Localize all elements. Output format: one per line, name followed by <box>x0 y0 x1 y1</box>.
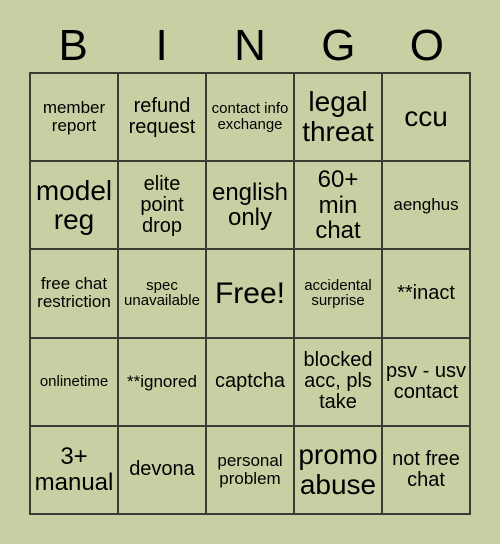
bingo-cell-label: blocked acc, pls take <box>303 348 373 414</box>
bingo-cell[interactable]: devona <box>119 426 207 515</box>
bingo-cell[interactable]: member report <box>31 74 119 163</box>
bingo-cell-label: devona <box>129 458 195 481</box>
bingo-cell[interactable]: 3+ manual <box>31 426 119 515</box>
bingo-cell[interactable]: elite point drop <box>119 162 207 251</box>
bingo-cell[interactable]: **inact <box>383 250 471 339</box>
bingo-cell[interactable]: promo abuse <box>295 426 383 515</box>
bingo-header-letter-n: N <box>234 21 266 70</box>
bingo-cell[interactable]: ccu <box>383 74 471 163</box>
bingo-cell-label: aenghus <box>393 195 459 215</box>
bingo-cell-label: psv - usv contact <box>385 359 467 403</box>
bingo-cell[interactable]: psv - usv contact <box>383 338 471 427</box>
bingo-cell[interactable]: not free chat <box>383 426 471 515</box>
bingo-cell-label: spec unavailable <box>124 276 200 310</box>
bingo-cell[interactable]: blocked acc, pls take <box>295 338 383 427</box>
bingo-cell[interactable]: contact info exchange <box>207 74 295 163</box>
bingo-cell-label: captcha <box>214 370 286 393</box>
bingo-cell-label: model reg <box>35 174 113 236</box>
bingo-cell-label: ccu <box>404 101 448 133</box>
bingo-cell[interactable]: personal problem <box>207 426 295 515</box>
bingo-cell-label: **ignored <box>127 371 197 391</box>
bingo-cell-label: not free chat <box>392 447 460 491</box>
bingo-card: B I N G O member report refund request c… <box>0 0 500 544</box>
bingo-header: B I N G O <box>29 20 471 72</box>
bingo-cell[interactable]: legal threat <box>295 74 383 163</box>
bingo-cell-label: accidental surprise <box>304 276 372 310</box>
bingo-cell-label: refund request <box>128 94 196 139</box>
bingo-cell-label: personal problem <box>217 450 283 488</box>
bingo-cell[interactable]: model reg <box>31 162 119 251</box>
bingo-header-letter-b: B <box>58 21 88 70</box>
bingo-cell-label: **inact <box>397 281 455 304</box>
bingo-cell[interactable]: free chat restriction <box>31 250 119 339</box>
bingo-cell[interactable]: captcha <box>207 338 295 427</box>
bingo-cell[interactable]: 60+ min chat <box>295 162 383 251</box>
bingo-header-letter-o: O <box>409 21 444 70</box>
bingo-cell-label: contact info exchange <box>211 100 289 134</box>
bingo-cell-label: onlinetime <box>39 372 109 390</box>
bingo-cell[interactable]: **ignored <box>119 338 207 427</box>
bingo-cell-label: 60+ min chat <box>315 166 361 244</box>
bingo-cell-label: 3+ manual <box>34 443 114 496</box>
bingo-cell-label: member report <box>42 98 106 136</box>
bingo-cell[interactable]: refund request <box>119 74 207 163</box>
bingo-cell[interactable]: onlinetime <box>31 338 119 427</box>
bingo-cell[interactable]: accidental surprise <box>295 250 383 339</box>
bingo-cell[interactable]: aenghus <box>383 162 471 251</box>
bingo-grid: member report refund request contact inf… <box>29 72 471 515</box>
bingo-header-letter-i: I <box>155 21 168 70</box>
bingo-cell-label: legal threat <box>302 86 374 148</box>
bingo-cell[interactable]: english only <box>207 162 295 251</box>
bingo-cell-label: Free! <box>214 276 286 310</box>
bingo-cell-free[interactable]: Free! <box>207 250 295 339</box>
bingo-cell-label: free chat restriction <box>37 274 111 312</box>
bingo-cell[interactable]: spec unavailable <box>119 250 207 339</box>
bingo-cell-label: english only <box>211 178 289 232</box>
bingo-header-letter-g: G <box>321 21 356 70</box>
bingo-cell-label: promo abuse <box>298 439 378 500</box>
bingo-cell-label: elite point drop <box>140 172 184 237</box>
